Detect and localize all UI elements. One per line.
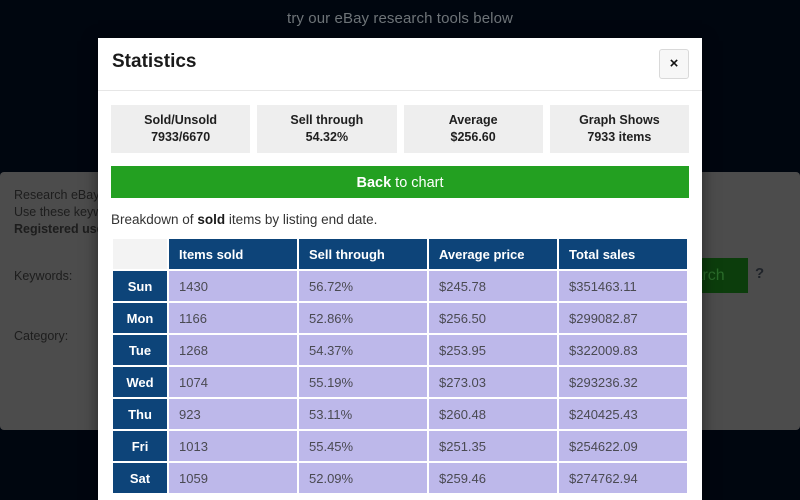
breakdown-caption: Breakdown of sold items by listing end d…	[111, 212, 689, 227]
modal-title: Statistics	[112, 51, 197, 72]
stat-value: 54.32%	[305, 130, 349, 144]
row-day-label: Sun	[113, 271, 167, 301]
column-header-average-price[interactable]: Average price	[429, 239, 557, 269]
table-row: Thu 923 53.11% $260.48 $240425.43	[113, 399, 687, 429]
stat-card-sold-unsold: Sold/Unsold 7933/6670	[111, 105, 251, 153]
cell-total-sales: $351463.11	[559, 271, 687, 301]
cell-items-sold: 1074	[169, 367, 297, 397]
cell-average-price: $260.48	[429, 399, 557, 429]
cell-average-price: $253.95	[429, 335, 557, 365]
research-intro-line-3: Registered use	[14, 222, 104, 236]
back-to-chart-rest: to chart	[391, 175, 444, 191]
cell-sell-through: 52.09%	[299, 463, 427, 493]
cell-items-sold: 923	[169, 399, 297, 429]
research-intro-line-2: Use these keyw	[14, 205, 103, 219]
stat-label: Graph Shows	[579, 113, 660, 127]
cell-sell-through: 56.72%	[299, 271, 427, 301]
research-intro-line-1: Research eBay c	[14, 188, 110, 202]
cell-total-sales: $293236.32	[559, 367, 687, 397]
close-icon[interactable]: ×	[659, 49, 689, 79]
cell-total-sales: $299082.87	[559, 303, 687, 333]
table-header-row: Items sold Sell through Average price To…	[113, 239, 687, 269]
category-label: Category:	[14, 329, 69, 343]
summary-stats-row: Sold/Unsold 7933/6670 Sell through 54.32…	[111, 105, 689, 153]
table-row: Mon 1166 52.86% $256.50 $299082.87	[113, 303, 687, 333]
stat-card-graph-shows: Graph Shows 7933 items	[549, 105, 689, 153]
stat-label: Sold/Unsold	[144, 113, 218, 127]
promo-banner: try our eBay research tools below	[287, 10, 513, 27]
cell-sell-through: 53.11%	[299, 399, 427, 429]
cell-sell-through: 55.19%	[299, 367, 427, 397]
cell-average-price: $256.50	[429, 303, 557, 333]
cell-total-sales: $240425.43	[559, 399, 687, 429]
cell-average-price: $245.78	[429, 271, 557, 301]
breakdown-before: Breakdown of	[111, 212, 198, 227]
modal-body: Sold/Unsold 7933/6670 Sell through 54.32…	[98, 91, 702, 495]
table-body: Sun 1430 56.72% $245.78 $351463.11 Mon 1…	[113, 271, 687, 493]
back-to-chart-strong: Back	[356, 175, 392, 191]
row-day-label: Thu	[113, 399, 167, 429]
stat-card-sell-through: Sell through 54.32%	[257, 105, 397, 153]
table-row: Sun 1430 56.72% $245.78 $351463.11	[113, 271, 687, 301]
row-day-label: Tue	[113, 335, 167, 365]
stat-value: $256.60	[450, 130, 496, 144]
modal-header: Statistics ×	[98, 38, 702, 91]
cell-sell-through: 52.86%	[299, 303, 427, 333]
table-corner-header	[113, 239, 167, 269]
cell-sell-through: 54.37%	[299, 335, 427, 365]
row-day-label: Mon	[113, 303, 167, 333]
cell-average-price: $251.35	[429, 431, 557, 461]
row-day-label: Sat	[113, 463, 167, 493]
cell-average-price: $259.46	[429, 463, 557, 493]
cell-total-sales: $274762.94	[559, 463, 687, 493]
cell-items-sold: 1268	[169, 335, 297, 365]
column-header-sell-through[interactable]: Sell through	[299, 239, 427, 269]
page-root: try our eBay research tools below Resear…	[0, 0, 800, 500]
help-icon[interactable]: ?	[755, 265, 764, 282]
cell-items-sold: 1059	[169, 463, 297, 493]
row-day-label: Fri	[113, 431, 167, 461]
row-day-label: Wed	[113, 367, 167, 397]
stat-card-average: Average $256.60	[403, 105, 543, 153]
table-head: Items sold Sell through Average price To…	[113, 239, 687, 269]
table-row: Fri 1013 55.45% $251.35 $254622.09	[113, 431, 687, 461]
cell-total-sales: $322009.83	[559, 335, 687, 365]
breakdown-strong: sold	[197, 212, 226, 227]
cell-items-sold: 1430	[169, 271, 297, 301]
back-to-chart-button[interactable]: Back to chart	[111, 166, 689, 198]
column-header-total-sales[interactable]: Total sales	[559, 239, 687, 269]
breakdown-table: Items sold Sell through Average price To…	[111, 237, 689, 495]
cell-items-sold: 1166	[169, 303, 297, 333]
breakdown-after: items by listing end date.	[225, 212, 378, 227]
statistics-modal: Statistics × Sold/Unsold 7933/6670 Sell …	[98, 38, 702, 500]
research-intro-text: Research eBay c Use these keyw Registere…	[14, 187, 109, 238]
stat-label: Average	[448, 113, 498, 127]
cell-total-sales: $254622.09	[559, 431, 687, 461]
keywords-label: Keywords:	[14, 269, 73, 283]
stat-value: 7933/6670	[151, 130, 211, 144]
cell-items-sold: 1013	[169, 431, 297, 461]
stat-label: Sell through	[290, 113, 364, 127]
cell-average-price: $273.03	[429, 367, 557, 397]
table-row: Wed 1074 55.19% $273.03 $293236.32	[113, 367, 687, 397]
column-header-items-sold[interactable]: Items sold	[169, 239, 297, 269]
table-row: Sat 1059 52.09% $259.46 $274762.94	[113, 463, 687, 493]
cell-sell-through: 55.45%	[299, 431, 427, 461]
table-row: Tue 1268 54.37% $253.95 $322009.83	[113, 335, 687, 365]
stat-value: 7933 items	[587, 130, 652, 144]
